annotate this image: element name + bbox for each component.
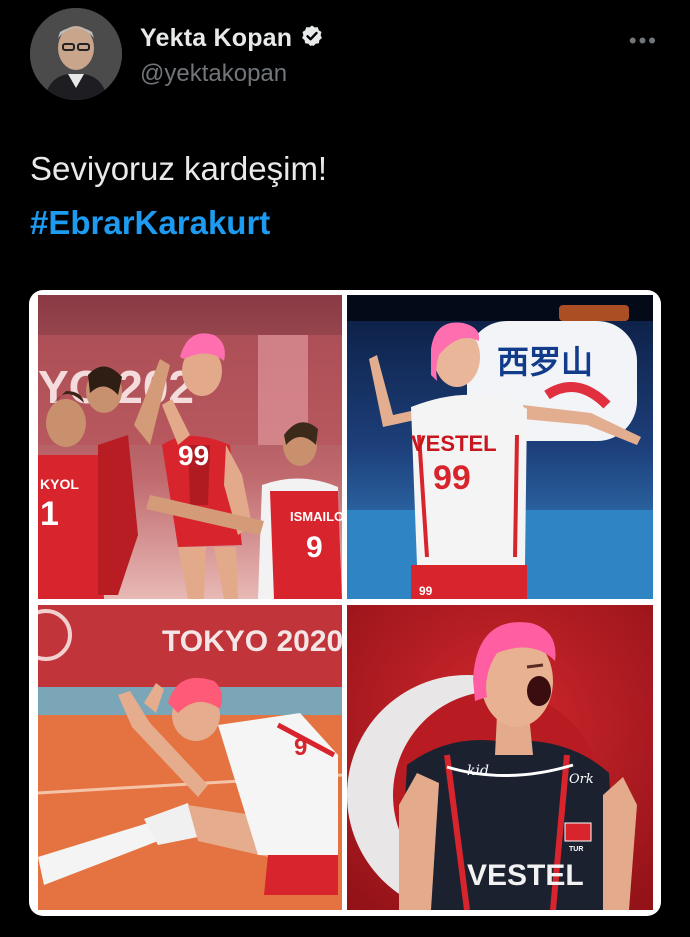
svg-text:9: 9 <box>306 531 323 564</box>
svg-text:1: 1 <box>40 495 59 533</box>
hashtag-link[interactable]: #EbrarKarakurt <box>30 204 270 242</box>
photo-2[interactable]: 西罗山 VESTEL 99 99 <box>347 295 653 599</box>
verified-badge-icon <box>300 24 324 53</box>
svg-text:TUR: TUR <box>569 846 583 853</box>
seated-player-image: TOKYO 2020 9 <box>38 605 342 910</box>
svg-text:ISMAILOGLU: ISMAILOGLU <box>290 509 342 524</box>
svg-text:kid: kid <box>467 763 489 779</box>
serving-player-image: 西罗山 VESTEL 99 99 <box>347 295 653 599</box>
svg-text:9: 9 <box>294 734 307 761</box>
jersey-number: 99 <box>178 440 209 471</box>
svg-text:Ork: Ork <box>569 772 594 787</box>
photo-4[interactable]: VESTEL TUR kid Ork <box>347 605 653 910</box>
avatar[interactable] <box>30 8 122 100</box>
tweet-text: Seviyoruz kardeşim! <box>30 150 328 187</box>
author-handle[interactable]: @yektakopan <box>140 60 287 88</box>
media-grid: YO 202 1 KYOL 99 <box>29 290 661 916</box>
more-options-icon[interactable]: ••• <box>629 28 658 54</box>
author-name-row[interactable]: Yekta Kopan <box>140 24 324 53</box>
svg-text:KYOL: KYOL <box>40 476 79 492</box>
banner-text: TOKYO 2020 <box>162 625 342 658</box>
sponsor-text: VESTEL <box>467 859 584 892</box>
photo-3[interactable]: TOKYO 2020 9 <box>38 605 342 910</box>
jersey-number: 99 <box>433 459 471 497</box>
tweet: Yekta Kopan @yektakopan ••• Seviyoruz ka… <box>0 0 690 937</box>
avatar-photo <box>30 8 122 100</box>
svg-text:99: 99 <box>419 584 433 598</box>
sponsor-text: VESTEL <box>411 431 497 456</box>
backdrop-text: 西罗山 <box>497 343 593 381</box>
flag-shout-image: VESTEL TUR kid Ork <box>347 605 653 910</box>
team-celebration-image: YO 202 1 KYOL 99 <box>38 295 342 599</box>
author-name[interactable]: Yekta Kopan <box>140 24 292 53</box>
photo-1[interactable]: YO 202 1 KYOL 99 <box>38 295 342 599</box>
